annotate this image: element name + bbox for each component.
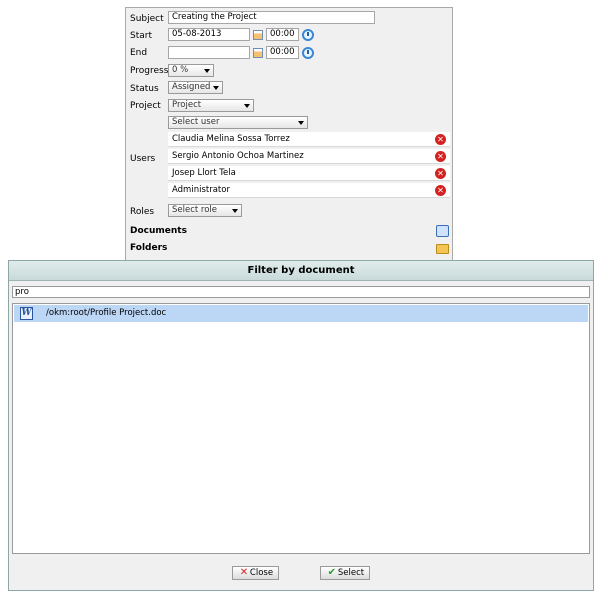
close-icon: ✕	[239, 567, 249, 578]
folders-label: Folders	[130, 243, 168, 253]
progress-select[interactable]: 0 %	[168, 64, 214, 77]
status-select[interactable]: Assigned	[168, 81, 223, 94]
chevron-down-icon	[244, 104, 250, 108]
result-row[interactable]: W /okm:root/Profile Project.doc	[14, 305, 588, 322]
end-time-input[interactable]: 00:00	[266, 46, 299, 59]
filter-by-document-dialog: Filter by document pro W /okm:root/Profi…	[8, 260, 594, 591]
close-button-label: Close	[249, 568, 274, 578]
user-name: Josep Llort Tela	[172, 168, 236, 178]
select-button[interactable]: ✔ Select	[320, 566, 370, 580]
user-name: Claudia Melina Sossa Torrez	[172, 134, 290, 144]
user-name: Administrator	[172, 185, 230, 195]
users-label: Users	[130, 154, 156, 164]
subject-label: Subject	[130, 14, 164, 24]
progress-value: 0 %	[172, 65, 189, 75]
results-list: W /okm:root/Profile Project.doc	[12, 303, 590, 554]
chevron-down-icon	[213, 86, 219, 90]
chevron-down-icon	[232, 209, 238, 213]
start-date-input[interactable]: 05-08-2013	[168, 28, 250, 41]
result-path: /okm:root/Profile Project.doc	[46, 308, 167, 318]
documents-label: Documents	[130, 226, 187, 236]
start-calendar-icon[interactable]	[253, 30, 263, 40]
roles-select[interactable]: Select role	[168, 204, 242, 217]
user-row: Administrator ✕	[168, 183, 450, 198]
select-user-dropdown[interactable]: Select user	[168, 116, 308, 129]
word-document-icon: W	[20, 307, 33, 320]
chevron-down-icon	[204, 69, 210, 73]
user-name: Sergio Antonio Ochoa Martinez	[172, 151, 304, 161]
remove-icon[interactable]: ✕	[435, 151, 446, 162]
project-select[interactable]: Project	[168, 99, 254, 112]
add-document-icon[interactable]	[436, 225, 449, 237]
task-form-panel: Subject Creating the Project Start 05-08…	[125, 7, 453, 261]
roles-value: Select role	[172, 205, 218, 215]
remove-icon[interactable]: ✕	[435, 134, 446, 145]
status-value: Assigned	[172, 82, 211, 92]
status-label: Status	[130, 84, 159, 94]
end-calendar-icon[interactable]	[253, 48, 263, 58]
select-button-label: Select	[337, 568, 365, 578]
user-row: Claudia Melina Sossa Torrez ✕	[168, 132, 450, 147]
roles-label: Roles	[130, 207, 155, 217]
filter-input[interactable]: pro	[12, 286, 590, 298]
subject-input[interactable]: Creating the Project	[168, 11, 375, 24]
start-label: Start	[130, 31, 152, 41]
end-date-input[interactable]	[168, 46, 250, 59]
start-clock-icon[interactable]	[302, 29, 314, 41]
project-value: Project	[172, 100, 202, 110]
start-time-input[interactable]: 00:00	[266, 28, 299, 41]
remove-icon[interactable]: ✕	[435, 185, 446, 196]
end-label: End	[130, 48, 148, 58]
project-label: Project	[130, 101, 161, 111]
user-row: Sergio Antonio Ochoa Martinez ✕	[168, 149, 450, 164]
select-user-placeholder: Select user	[172, 117, 220, 127]
chevron-down-icon	[298, 121, 304, 125]
dialog-title: Filter by document	[9, 261, 593, 281]
user-row: Josep Llort Tela ✕	[168, 166, 450, 181]
check-icon: ✔	[327, 567, 337, 578]
progress-label: Progress	[130, 66, 169, 76]
close-button[interactable]: ✕ Close	[232, 566, 279, 580]
end-clock-icon[interactable]	[302, 47, 314, 59]
remove-icon[interactable]: ✕	[435, 168, 446, 179]
add-folder-icon[interactable]	[436, 244, 449, 254]
